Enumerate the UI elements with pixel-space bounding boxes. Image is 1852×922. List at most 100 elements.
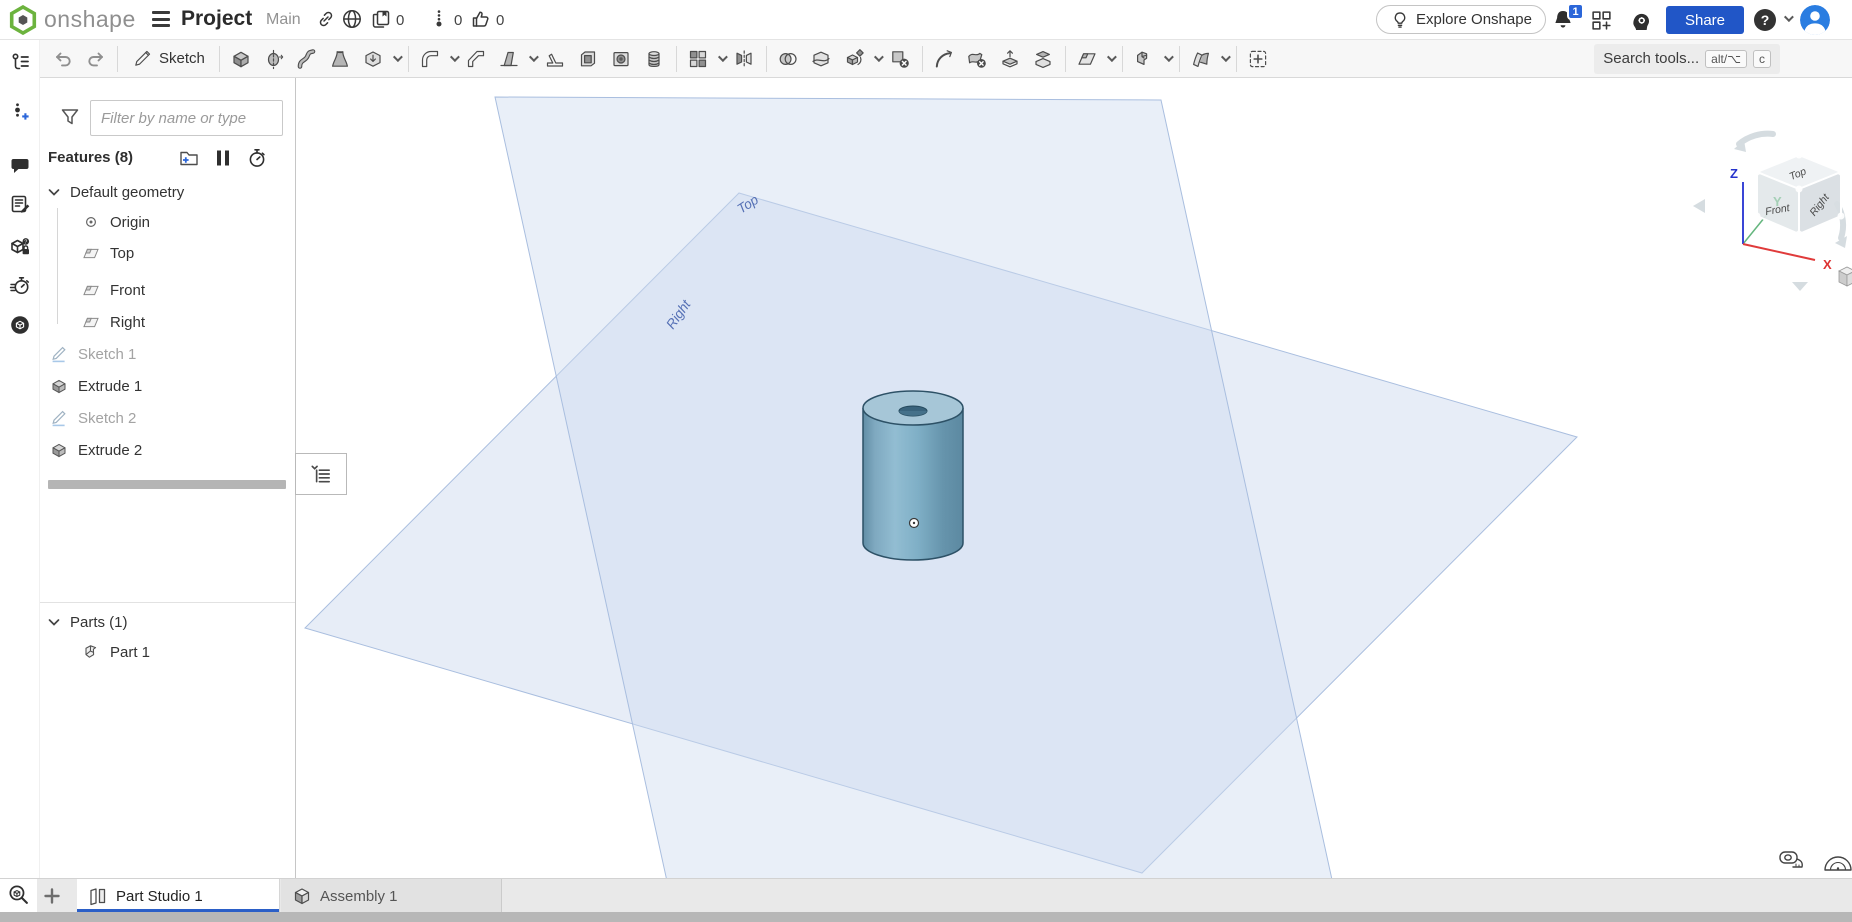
main-menu-button[interactable] [152, 11, 170, 27]
app-store-button[interactable] [1590, 9, 1613, 35]
protractor-icon[interactable] [1825, 857, 1851, 870]
fillet-menu-caret[interactable] [447, 55, 460, 62]
document-notes-button[interactable] [9, 193, 31, 215]
part-cylinder[interactable] [863, 391, 963, 560]
toolbar-separator [219, 46, 220, 72]
sketch-button[interactable]: Sketch [123, 43, 214, 75]
parts-group-header[interactable]: Parts (1) [40, 607, 295, 637]
frame-button[interactable] [1128, 43, 1161, 75]
feature-item-sketch1[interactable]: Sketch 1 [40, 339, 295, 369]
tab-part-studio-1[interactable]: Part Studio 1 [77, 879, 280, 913]
transform-button[interactable] [838, 43, 871, 75]
search-in-document-button[interactable] [9, 314, 31, 336]
versions-button[interactable]: 0 [428, 8, 462, 34]
suspend-rebuild-button[interactable] [212, 147, 234, 169]
rollback-bar[interactable] [48, 480, 286, 489]
shell-button[interactable] [572, 43, 605, 75]
modify-fillet-button[interactable] [928, 43, 961, 75]
thicken-button[interactable] [357, 43, 390, 75]
surface-button[interactable] [1185, 43, 1218, 75]
delete-part-button[interactable] [884, 43, 917, 75]
view-cube[interactable]: Top Front Right Y Z X [1693, 134, 1852, 291]
transform-menu-caret[interactable] [871, 55, 884, 62]
redo-button[interactable] [79, 43, 112, 75]
model-viewport[interactable]: Top Right Top Front Right Y [296, 78, 1852, 878]
public-document-button[interactable] [341, 8, 363, 33]
ai-advisor-button[interactable] [1628, 7, 1654, 36]
feature-item-right-plane[interactable]: Right [40, 307, 295, 337]
feature-list-collapse-button[interactable] [295, 453, 347, 495]
undo-button[interactable] [46, 43, 79, 75]
boolean-button[interactable] [772, 43, 805, 75]
revolve-button[interactable] [258, 43, 291, 75]
part-item-part1[interactable]: Part 1 [40, 637, 295, 667]
document-title[interactable]: Project [181, 7, 252, 31]
new-folder-button[interactable] [178, 147, 200, 169]
feature-item-top-plane[interactable]: Top [40, 238, 295, 268]
feature-statistics-button[interactable] [246, 147, 268, 169]
restricted-content-button[interactable]: ? [9, 236, 31, 258]
filter-icon[interactable] [60, 106, 80, 128]
plane-button[interactable] [1071, 43, 1104, 75]
frame-menu-caret[interactable] [1161, 55, 1174, 62]
sweep-button[interactable] [291, 43, 324, 75]
create-version-button[interactable] [9, 101, 31, 123]
hole-button[interactable] [605, 43, 638, 75]
workspace-branch[interactable]: Main [266, 11, 301, 29]
feature-item-origin[interactable]: Origin [40, 207, 295, 237]
draft-button[interactable] [493, 43, 526, 75]
search-tabs-button[interactable] [7, 883, 30, 909]
explore-onshape-button[interactable]: Explore Onshape [1376, 5, 1546, 34]
plane-menu-caret[interactable] [1104, 55, 1117, 62]
delete-face-button[interactable] [961, 43, 994, 75]
feature-item-extrude1[interactable]: Extrude 1 [40, 371, 295, 401]
help-menu-caret[interactable] [1784, 12, 1794, 22]
chevron-down-icon[interactable] [48, 187, 60, 198]
part-studio-icon [88, 886, 108, 906]
chamfer-button[interactable] [460, 43, 493, 75]
user-avatar[interactable] [1800, 5, 1830, 35]
comments-button[interactable] [9, 155, 31, 177]
isometric-view-button[interactable] [1839, 267, 1852, 286]
search-tools-button[interactable]: Search tools... alt/⌥ c [1594, 44, 1780, 74]
performance-button[interactable] [9, 275, 31, 297]
surface-menu-caret[interactable] [1218, 55, 1231, 62]
fillet-button[interactable] [414, 43, 447, 75]
tab-assembly-1[interactable]: Assembly 1 [281, 879, 502, 913]
add-tab-button[interactable] [42, 886, 62, 906]
loft-button[interactable] [324, 43, 357, 75]
extrude-button[interactable] [225, 43, 258, 75]
tape-measure-icon[interactable] [1780, 852, 1802, 867]
split-button[interactable] [805, 43, 838, 75]
share-button[interactable]: Share [1666, 6, 1744, 34]
chevron-down-icon [450, 52, 460, 62]
pan-down-arrow[interactable] [1792, 282, 1808, 291]
rib-button[interactable] [539, 43, 572, 75]
shortcut-alt-key: alt/⌥ [1705, 50, 1747, 68]
feature-item-extrude2[interactable]: Extrude 2 [40, 435, 295, 465]
help-button[interactable]: ? [1754, 9, 1776, 31]
copy-link-button[interactable] [315, 8, 337, 33]
fillet-icon [419, 48, 441, 70]
chevron-down-icon[interactable] [48, 617, 60, 628]
thread-button[interactable] [638, 43, 671, 75]
feature-group-default-geometry[interactable]: Default geometry [40, 177, 295, 207]
thicken-menu-caret[interactable] [390, 55, 403, 62]
linear-pattern-button[interactable] [682, 43, 715, 75]
move-face-button[interactable] [994, 43, 1027, 75]
feature-item-sketch2[interactable]: Sketch 2 [40, 403, 295, 433]
custom-feature-button[interactable] [1242, 43, 1275, 75]
pattern-menu-caret[interactable] [715, 55, 728, 62]
feature-item-front-plane[interactable]: Front [40, 275, 295, 305]
pan-left-arrow[interactable] [1693, 199, 1705, 213]
filter-input[interactable] [90, 100, 283, 136]
draft-menu-caret[interactable] [526, 55, 539, 62]
onshape-logo-icon[interactable] [8, 5, 38, 35]
toolbar-separator [1122, 46, 1123, 72]
likes-button[interactable]: 0 [470, 8, 504, 34]
extrude-icon [230, 48, 252, 70]
mirror-button[interactable] [728, 43, 761, 75]
versions-history-button[interactable] [9, 51, 31, 73]
replace-face-button[interactable] [1027, 43, 1060, 75]
copies-button[interactable]: 0 [370, 8, 404, 34]
